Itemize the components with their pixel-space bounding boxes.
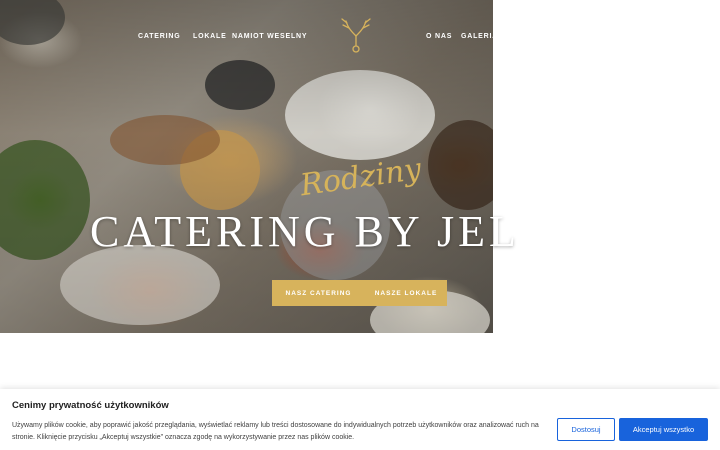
decor-plate: [428, 120, 493, 210]
hero-title: CATERING BY JEL: [90, 207, 520, 256]
decor-plate: [180, 130, 260, 210]
antlers-icon: [341, 18, 371, 53]
decor-plate: [285, 70, 435, 160]
decor-plate: [0, 0, 65, 45]
nasze-lokale-button[interactable]: NASZE LOKALE: [365, 280, 447, 306]
deer-antlers-logo[interactable]: [334, 16, 378, 56]
nav-item-lokale[interactable]: LOKALE: [193, 33, 227, 40]
customize-button[interactable]: Dostosuj: [557, 418, 615, 441]
accept-all-button[interactable]: Akceptuj wszystko: [619, 418, 708, 441]
decor-plate: [60, 245, 220, 325]
nav-item-galeria[interactable]: GALERIA: [461, 33, 498, 40]
decor-plate: [205, 60, 275, 110]
nasz-catering-button[interactable]: NASZ CATERING: [272, 280, 365, 306]
nav-item-o-nas[interactable]: O NAS: [426, 33, 452, 40]
cookie-consent-banner: Cenimy prywatność użytkowników Używamy p…: [0, 389, 720, 450]
decor-plate: [0, 140, 90, 260]
decor-board: [110, 115, 220, 165]
cookie-title: Cenimy prywatność użytkowników: [12, 400, 169, 411]
nav-item-namiot-weselny[interactable]: NAMIOT WESELNY: [232, 33, 307, 40]
nav-item-catering[interactable]: CATERING: [138, 33, 180, 40]
cookie-text: Używamy plików cookie, aby poprawić jako…: [12, 422, 539, 441]
